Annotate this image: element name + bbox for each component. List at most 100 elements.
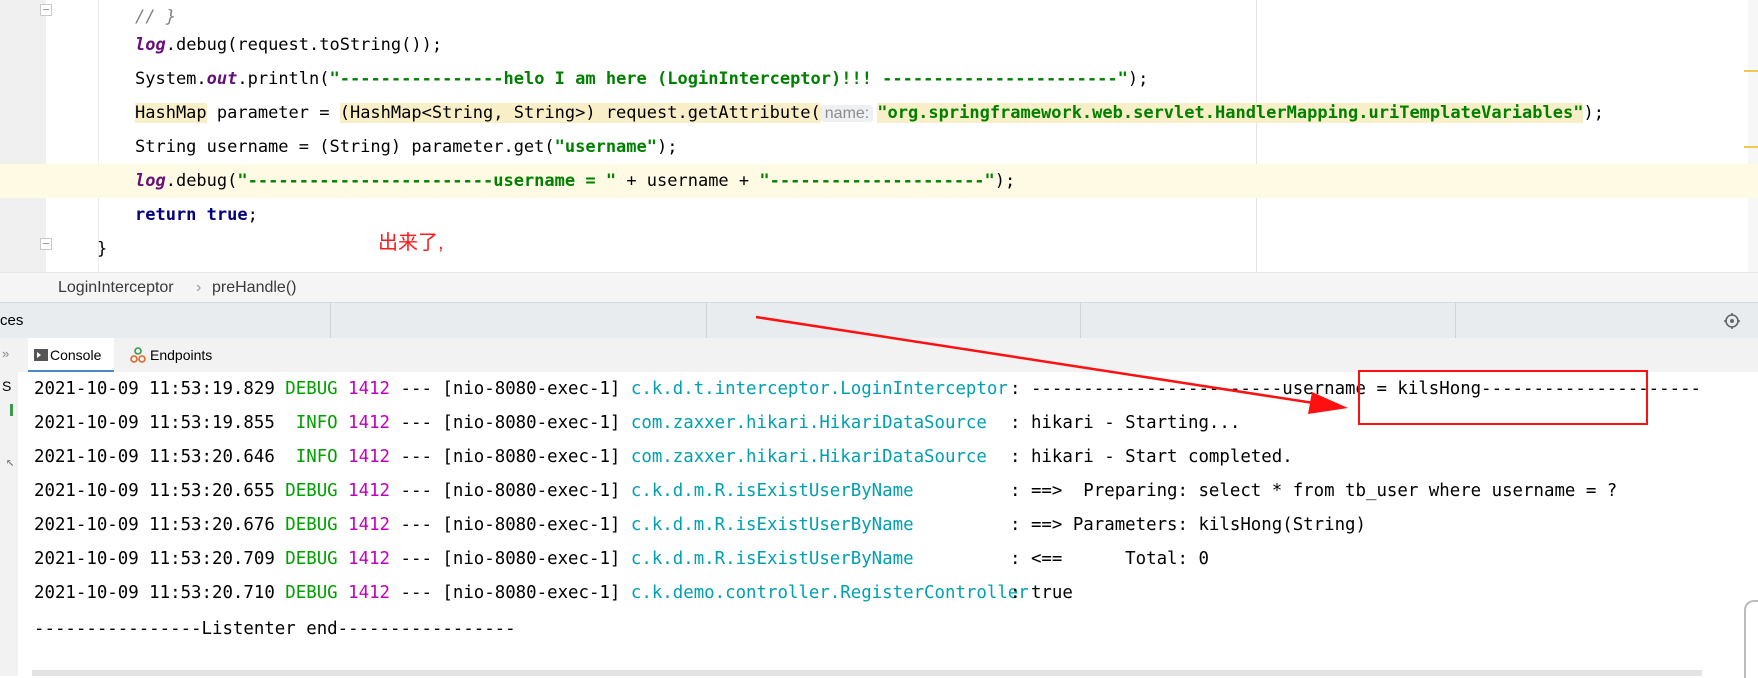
endpoints-icon [130, 347, 146, 363]
log-timestamp: 2021-10-09 11:53:20.655 [34, 481, 275, 501]
console-footer-line: ----------------Listenter end-----------… [34, 619, 516, 639]
console-log-line[interactable]: 2021-10-09 11:53:19.855 INFO 1412 --- [n… [34, 406, 1240, 440]
breadcrumb: LoginInterceptor › preHandle() [0, 272, 1758, 303]
log-logger: c.k.d.t.interceptor.LoginInterceptor [630, 379, 1008, 399]
code-line-text: HashMap parameter = (HashMap<String, Str… [135, 96, 1604, 131]
code-line[interactable]: System.out.println("----------------helo… [0, 62, 1758, 96]
tab-console[interactable]: Console [28, 338, 114, 372]
console-icon [34, 349, 48, 361]
console-log-line[interactable]: 2021-10-09 11:53:20.676 DEBUG 1412 --- [… [34, 508, 1366, 542]
column-divider[interactable] [1455, 303, 1456, 339]
code-token: ); [1127, 69, 1149, 89]
code-token: ; [247, 205, 258, 225]
tool-window-tabs: » Console Endpoints [0, 338, 1758, 373]
code-token: parameter = [206, 103, 340, 123]
code-token: // } [135, 7, 176, 27]
horizontal-scrollbar[interactable] [32, 670, 1702, 676]
code-token: .debug( [165, 171, 238, 191]
console-log-line[interactable]: 2021-10-09 11:53:20.655 DEBUG 1412 --- [… [34, 474, 1617, 508]
code-token: log [135, 35, 166, 55]
breadcrumb-class[interactable]: LoginInterceptor [58, 279, 174, 297]
code-token: String username = (String) parameter.get… [135, 137, 555, 157]
code-token: "org.springframework.web.servlet.Handler… [877, 103, 1584, 123]
toolbar-edge-icon[interactable]: S [2, 378, 11, 394]
code-token: "------------------------username = " [237, 171, 617, 191]
code-token: true [206, 205, 248, 225]
log-pid: 1412 [348, 447, 391, 467]
console-left-toolbar: S ↖ [0, 372, 19, 676]
services-panel-header: ces [0, 302, 1758, 340]
code-line-text: String username = (String) parameter.get… [135, 130, 677, 164]
log-thread: --- [nio-8080-exec-1] [400, 481, 621, 501]
code-line[interactable]: } [0, 232, 1758, 266]
log-message: : hikari - Starting... [1010, 413, 1241, 433]
log-pid: 1412 [348, 549, 391, 569]
log-pid: 1412 [348, 379, 391, 399]
tab-endpoints[interactable]: Endpoints [128, 338, 236, 372]
log-pid: 1412 [348, 515, 391, 535]
code-token: "username" [554, 137, 657, 157]
column-divider[interactable] [706, 303, 707, 339]
log-level: DEBUG [285, 515, 338, 535]
log-thread: --- [nio-8080-exec-1] [400, 379, 621, 399]
log-message: : hikari - Start completed. [1010, 447, 1293, 467]
console-log-line[interactable]: 2021-10-09 11:53:20.710 DEBUG 1412 --- [… [34, 576, 1073, 610]
code-token: (HashMap<String, String>) request.getAtt… [339, 103, 821, 123]
code-token: System. [135, 69, 207, 89]
log-timestamp: 2021-10-09 11:53:20.710 [34, 583, 275, 603]
code-line[interactable]: HashMap parameter = (HashMap<String, Str… [0, 96, 1758, 130]
code-line[interactable]: log.debug(request.toString()); [0, 28, 1758, 62]
column-divider[interactable] [330, 303, 331, 339]
expand-chevron-icon[interactable]: » [2, 346, 9, 361]
log-level: DEBUG [285, 379, 338, 399]
log-level: DEBUG [285, 549, 338, 569]
console-log-line[interactable]: 2021-10-09 11:53:20.646 INFO 1412 --- [n… [34, 440, 1293, 474]
code-line[interactable]: return true; [0, 198, 1758, 232]
log-message: : <== Total: 0 [1010, 549, 1209, 569]
log-message: : ==> Preparing: select * from tb_user w… [1010, 481, 1618, 501]
code-token: out [206, 69, 238, 89]
code-line[interactable]: String username = (String) parameter.get… [0, 130, 1758, 164]
log-logger: c.k.demo.controller.RegisterController [630, 583, 1029, 603]
log-pid: 1412 [348, 413, 391, 433]
code-line-text: log.debug(request.toString()); [135, 28, 442, 62]
code-token: + username + [616, 171, 760, 191]
breadcrumb-method[interactable]: preHandle() [212, 279, 296, 297]
code-line-text: log.debug("------------------------usern… [135, 164, 1015, 198]
console-log-line[interactable]: 2021-10-09 11:53:20.709 DEBUG 1412 --- [… [34, 542, 1209, 576]
parameter-hint: name: [820, 105, 874, 122]
code-line-text: } [97, 232, 107, 266]
log-thread: --- [nio-8080-exec-1] [400, 583, 621, 603]
settings-gear-icon[interactable] [1723, 312, 1741, 330]
code-token: return [135, 205, 197, 225]
log-thread: --- [nio-8080-exec-1] [400, 413, 621, 433]
code-editor[interactable]: // } log.debug(request.toString()); System… [0, 0, 1758, 272]
annotation-note: 出来了, [378, 232, 444, 254]
code-token: HashMap [135, 103, 207, 123]
log-level: INFO [285, 413, 338, 433]
log-logger: com.zaxxer.hikari.HikariDataSource [630, 447, 987, 467]
log-thread: --- [nio-8080-exec-1] [400, 549, 621, 569]
run-indicator-icon[interactable] [10, 404, 13, 416]
code-line-text: System.out.println("----------------helo… [135, 62, 1148, 96]
tab-endpoints-label: Endpoints [150, 347, 213, 363]
log-timestamp: 2021-10-09 11:53:19.855 [34, 413, 275, 433]
highlight-box-annotation [1358, 370, 1648, 425]
log-level: INFO [285, 447, 338, 467]
tab-console-label: Console [50, 347, 102, 363]
code-line-text: return true; [135, 198, 258, 232]
log-timestamp: 2021-10-09 11:53:20.676 [34, 515, 275, 535]
code-token: } [97, 239, 108, 259]
column-divider[interactable] [1080, 303, 1081, 339]
console-log-line[interactable]: 2021-10-09 11:53:19.829 DEBUG 1412 --- [… [34, 372, 1701, 406]
code-token: ); [994, 171, 1016, 191]
code-line[interactable]: log.debug("------------------------usern… [0, 164, 1758, 198]
code-token: .println( [237, 69, 330, 89]
services-title: ces [0, 312, 24, 329]
wrench-icon[interactable]: ↖ [6, 454, 14, 470]
log-message: : ==> Parameters: kilsHong(String) [1010, 515, 1366, 535]
code-token: log [135, 171, 166, 191]
log-logger: c.k.d.m.R.isExistUserByName [630, 481, 914, 501]
log-pid: 1412 [348, 481, 391, 501]
